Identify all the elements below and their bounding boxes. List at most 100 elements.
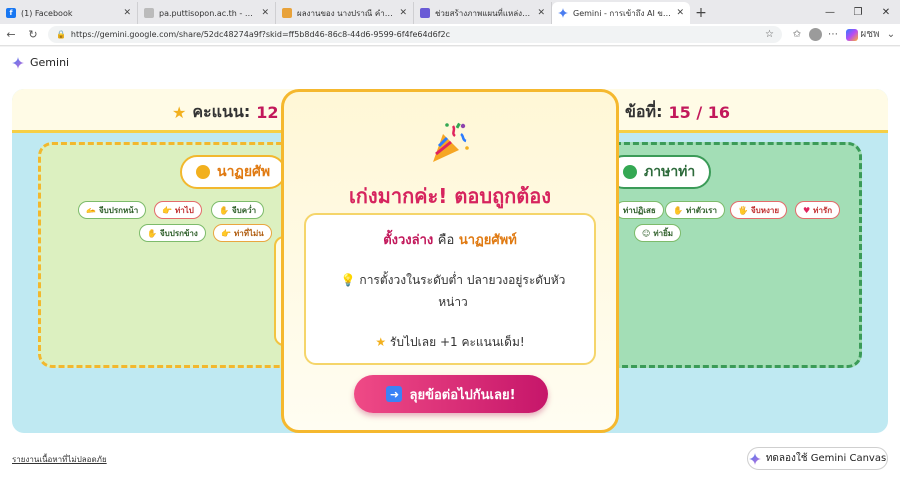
close-tab-icon[interactable]: ✕ xyxy=(537,8,545,18)
score-value: 12 xyxy=(256,103,279,122)
browser-tab-bar: f (1) Facebook ✕ pa.puttisopon.ac.th - S… xyxy=(0,0,900,24)
avatar xyxy=(808,28,822,41)
bookmark-star-icon[interactable]: ☆ xyxy=(765,29,774,40)
minimize-icon[interactable]: — xyxy=(816,0,844,24)
chevron-down-icon: ⌄ xyxy=(886,29,896,40)
url-field[interactable]: 🔒 https://gemini.google.com/share/52dc48… xyxy=(47,26,782,43)
report-unsafe-link[interactable]: รายงานเนื้อหาที่ไม่ปลอดภัย xyxy=(12,453,107,466)
word-chip[interactable]: 👉 ท่าไป xyxy=(154,201,202,219)
school-icon xyxy=(282,8,292,18)
next-button-label: ลุยข้อต่อไปกันเลย! xyxy=(409,387,516,403)
score-label: คะแนน: xyxy=(192,102,251,121)
gemini-spark-icon xyxy=(748,452,761,465)
lock-icon[interactable]: 🔒 xyxy=(56,30,66,39)
orange-dot-icon xyxy=(196,165,210,179)
answer-line: ตั้งวงล่าง คือ นาฏยศัพท์ xyxy=(306,229,594,250)
next-question-button[interactable]: ➜ ลุยข้อต่อไปกันเลย! xyxy=(354,375,548,413)
word-chip[interactable]: ☺ ท่ายิ้ม xyxy=(634,224,682,242)
zone-title-text: นาฏยศัพ xyxy=(217,164,271,180)
copilot-icon xyxy=(846,28,858,41)
chip-label: จีบปรกหน้า xyxy=(98,205,139,215)
score-display: ★ คะแนน: 12 xyxy=(172,100,279,125)
hint-text: 💡 การตั้งวงในระดับต่ำ ปลายวงอยู่ระดับหัว… xyxy=(328,269,578,313)
hand-icon: ✋ xyxy=(673,205,683,215)
tab-facebook[interactable]: f (1) Facebook ✕ xyxy=(0,2,138,24)
green-dot-icon xyxy=(623,165,637,179)
url-text: https://gemini.google.com/share/52dc4827… xyxy=(70,30,451,39)
lightbulb-icon: 💡 xyxy=(340,273,356,287)
tab-chat[interactable]: ช่วยสร้างภาพแผนที่แหล่งที่มีความใกล้เ ✕ xyxy=(414,2,552,24)
tab-title: ผลงานของ นางปราณี คำพล - โรงเรียนเ xyxy=(297,8,395,18)
address-bar-row: ← ↻ 🔒 https://gemini.google.com/share/52… xyxy=(0,24,900,46)
bonus-text: ★ รับไปเลย +1 คะแนนเด็ม! xyxy=(306,333,594,352)
tab-title: (1) Facebook xyxy=(21,8,73,18)
profile-label: ผชพ xyxy=(860,29,880,40)
answer-box: ตั้งวงล่าง คือ นาฏยศัพท์ 💡 การตั้งวงในระ… xyxy=(304,213,596,365)
chip-label: ท่าปฏิเสธ xyxy=(623,205,656,215)
word-chip[interactable]: ✋ ท่าตัวเรา xyxy=(665,201,725,219)
chip-label: ท่ายิ้ม xyxy=(653,228,674,238)
arrow-right-icon: ➜ xyxy=(386,386,403,402)
chip-label: ท่าที่ไม่น xyxy=(233,228,264,238)
heart-icon: ♥ xyxy=(803,205,811,215)
try-gemini-canvas-button[interactable]: ทดลองใช้ Gemini Canvas xyxy=(747,447,888,470)
chip-label: จีบปรกข้าง xyxy=(159,228,198,238)
gemini-header: Gemini xyxy=(12,56,69,69)
back-icon[interactable]: ← xyxy=(0,24,22,46)
tab-gemini[interactable]: Gemini - การเข้าถึง AI ของ Google ได้ ✕ xyxy=(552,2,690,24)
smile-icon: ☺ xyxy=(642,228,651,238)
new-tab-button[interactable]: + xyxy=(690,2,712,24)
word-chip[interactable]: 👉 ท่าที่ไม่น xyxy=(213,224,272,242)
tab-title: ช่วยสร้างภาพแผนที่แหล่งที่มีความใกล้เ xyxy=(435,8,533,18)
star-icon: ★ xyxy=(172,103,187,122)
word-chip[interactable]: 🫴 จีบปรกหน้า xyxy=(78,201,147,219)
search-favicon xyxy=(144,8,154,18)
chat-icon xyxy=(420,8,430,18)
hand-icon: ✋ xyxy=(219,205,229,215)
word-chip[interactable]: ท่าปฏิเสธ xyxy=(615,201,664,219)
refresh-icon[interactable]: ↻ xyxy=(22,24,44,46)
word-chip[interactable]: ✋ จีบปรกข้าง xyxy=(139,224,206,242)
word-chip[interactable]: ♥ ท่ารัก xyxy=(795,201,841,219)
zone-title-right: ภาษาท่า xyxy=(607,155,712,189)
close-window-icon[interactable]: ✕ xyxy=(872,0,900,24)
close-tab-icon[interactable]: ✕ xyxy=(676,8,684,18)
star-icon: ★ xyxy=(375,335,387,349)
facebook-icon: f xyxy=(6,8,16,18)
answer-category: นาฏยศัพท์ xyxy=(458,233,517,248)
window-controls: — ❐ ✕ xyxy=(816,0,900,24)
app-name: Gemini xyxy=(30,56,70,69)
hand-icon: 🫴 xyxy=(86,205,96,215)
close-tab-icon[interactable]: ✕ xyxy=(123,8,131,18)
hint-body: การตั้งวงในระดับต่ำ ปลายวงอยู่ระดับหัวหน… xyxy=(359,273,566,309)
favorites-icon[interactable]: ✩ xyxy=(788,26,806,44)
zone-title-text: ภาษาท่า xyxy=(644,164,696,180)
party-popper-icon xyxy=(433,122,469,162)
hand-icon: 🖐 xyxy=(738,205,748,215)
question-value: 15 / 16 xyxy=(668,103,730,122)
answer-connector: คือ xyxy=(437,233,455,248)
close-tab-icon[interactable]: ✕ xyxy=(399,8,407,18)
hand-icon: 👉 xyxy=(221,228,231,238)
hand-icon: 👉 xyxy=(162,205,172,215)
word-chip[interactable]: 🖐 จีบหงาย xyxy=(730,201,788,219)
profile-avatar[interactable] xyxy=(806,26,824,44)
copilot-button[interactable]: ผชพ ⌄ xyxy=(846,26,900,44)
question-display: ข้อที่: 15 / 16 xyxy=(625,100,730,125)
more-menu-icon[interactable]: ⋯ xyxy=(824,26,842,44)
toolbar-icons: ✩ ⋯ ผชพ ⌄ xyxy=(788,26,900,44)
restore-icon[interactable]: ❐ xyxy=(844,0,872,24)
bonus-body: รับไปเลย +1 คะแนนเด็ม! xyxy=(389,335,525,349)
question-label: ข้อที่: xyxy=(624,102,663,121)
tab-search[interactable]: pa.puttisopon.ac.th - Search ✕ xyxy=(138,2,276,24)
word-chip[interactable]: ✋ จีบคว่ำ xyxy=(211,201,265,219)
close-tab-icon[interactable]: ✕ xyxy=(261,8,269,18)
tab-school[interactable]: ผลงานของ นางปราณี คำพล - โรงเรียนเ ✕ xyxy=(276,2,414,24)
chip-label: ท่าไป xyxy=(174,205,194,215)
answer-word: ตั้งวงล่าง xyxy=(383,233,434,248)
canvas-button-label: ทดลองใช้ Gemini Canvas xyxy=(765,453,887,464)
chip-label: จีบหงาย xyxy=(750,205,780,215)
gemini-logo-icon xyxy=(12,56,24,69)
chip-label: ท่ารัก xyxy=(813,205,833,215)
category-zone-pasata[interactable]: ภาษาท่า ท่าปฏิเสธ ✋ ท่าตัวเรา 🖐 จีบหงาย ♥ ท… xyxy=(592,142,862,368)
